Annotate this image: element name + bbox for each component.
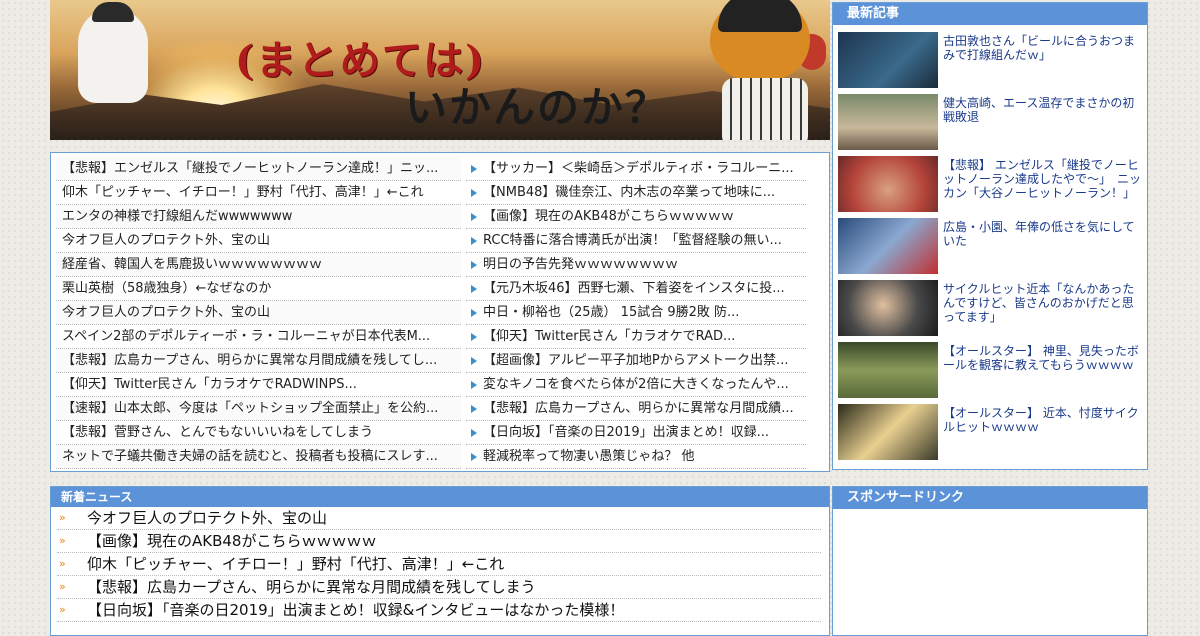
- link-column-right: 【サッカー】＜柴崎岳＞デポルティボ・ラコルーニ... 【NMB48】磯佳奈江、内…: [466, 157, 806, 469]
- triangle-bullet-icon: [471, 381, 477, 389]
- article-title[interactable]: 古田敦也さん「ビールに合うおつまみで打線組んだｗ」: [943, 34, 1141, 62]
- article-item[interactable]: 広島・小園、年俸の低さを気にしていた: [838, 218, 1138, 276]
- article-title[interactable]: 【悲報】 エンゼルス「継投でノーヒットノーラン達成したやで～」 ニッカン「大谷ノ…: [943, 158, 1141, 200]
- triangle-bullet-icon: [471, 429, 477, 437]
- article-item[interactable]: 【オールスター】 神里、見失ったボールを観客に教えてもらうｗｗｗｗ: [838, 342, 1141, 400]
- article-thumbnail[interactable]: [838, 404, 938, 460]
- headline-link[interactable]: ネットで子蟻共働き夫婦の話を読むと、投稿者も投稿にスレす...: [56, 445, 461, 469]
- news-item[interactable]: » 今オフ巨人のプロテクト外、宝の山: [57, 507, 821, 530]
- headline-link[interactable]: 【日向坂】「音楽の日2019」出演まとめ！収録...: [466, 421, 806, 445]
- triangle-bullet-icon: [471, 261, 477, 269]
- article-item[interactable]: 【オールスター】 近本、忖度サイクルヒットｗｗｗｗ: [838, 404, 1141, 462]
- new-news-panel: 新着ニュース » 今オフ巨人のプロテクト外、宝の山 » 【画像】現在のAKB48がこ…: [50, 486, 830, 636]
- headline-link[interactable]: 【サッカー】＜柴崎岳＞デポルティボ・ラコルーニ...: [466, 157, 806, 181]
- article-thumbnail[interactable]: [838, 218, 938, 274]
- headline-link[interactable]: 【悲報】エンゼルス「継投でノーヒットノーラン達成！」ニッ...: [56, 157, 461, 181]
- sponsor-panel: スポンサードリンク: [832, 486, 1148, 636]
- news-item[interactable]: » 【日向坂】「音楽の日2019」出演まとめ！収録&インタビューはなかった模様！: [57, 599, 821, 622]
- banner-title-line2: いかんのか？: [405, 83, 670, 132]
- headline-link[interactable]: 【速報】山本太郎、今度は「ペットショップ全面禁止」を公約...: [56, 397, 461, 421]
- headline-link[interactable]: 中日・柳裕也（25歳） 15試合 9勝2敗 防...: [466, 301, 806, 325]
- triangle-bullet-icon: [471, 309, 477, 317]
- headline-link[interactable]: 【元乃木坂46】西野七瀬、下着姿をインスタに投...: [466, 277, 806, 301]
- headline-link[interactable]: 【悲報】広島カープさん、明らかに異常な月間成績...: [466, 397, 806, 421]
- headline-link[interactable]: 軽減税率って物凄い愚策じゃね？ 他: [466, 445, 806, 469]
- news-item[interactable]: » 仰木「ピッチャー、イチロー！」野村「代打、高津！」←これ: [57, 553, 821, 576]
- article-item[interactable]: 【悲報】 エンゼルス「継投でノーヒットノーラン達成したやで～」 ニッカン「大谷ノ…: [838, 156, 1141, 214]
- headline-link[interactable]: 変なキノコを食べたら体が2倍に大きくなったんや...: [466, 373, 806, 397]
- headline-link[interactable]: 仰木「ピッチャー、イチロー！」野村「代打、高津！」←これ: [56, 181, 461, 205]
- site-banner[interactable]: (まとめては) いかんのか？: [50, 0, 830, 140]
- triangle-bullet-icon: [471, 405, 477, 413]
- triangle-bullet-icon: [471, 237, 477, 245]
- headline-link[interactable]: 今オフ巨人のプロテクト外、宝の山: [56, 301, 461, 325]
- headline-link[interactable]: 【仰天】Twitter民さん「カラオケでRADWINPS...: [56, 373, 461, 397]
- headline-link-list: 【悲報】エンゼルス「継投でノーヒットノーラン達成！」ニッ... 仰木「ピッチャー…: [50, 152, 830, 472]
- triangle-bullet-icon: [471, 357, 477, 365]
- article-thumbnail[interactable]: [838, 280, 938, 336]
- article-title[interactable]: 【オールスター】 神里、見失ったボールを観客に教えてもらうｗｗｗｗ: [943, 344, 1141, 372]
- article-title[interactable]: 健大高崎、エース温存でまさかの初戦敗退: [943, 96, 1141, 124]
- headline-link[interactable]: 【NMB48】磯佳奈江、内木志の卒業って地味に...: [466, 181, 806, 205]
- headline-link[interactable]: 【超画像】アルピー平子加地Pからアメトーク出禁...: [466, 349, 806, 373]
- headline-link[interactable]: スペイン2部のデポルティーボ・ラ・コルーニャが日本代表M...: [56, 325, 461, 349]
- headline-link[interactable]: 【画像】現在のAKB48がこちらｗｗｗｗｗ: [466, 205, 806, 229]
- article-title[interactable]: 広島・小園、年俸の低さを気にしていた: [943, 220, 1141, 248]
- double-chevron-icon: »: [59, 511, 66, 524]
- link-column-left: 【悲報】エンゼルス「継投でノーヒットノーラン達成！」ニッ... 仰木「ピッチャー…: [56, 157, 461, 469]
- triangle-bullet-icon: [471, 453, 477, 461]
- headline-link[interactable]: RCC特番に落合博満氏が出演！「監督経験の無い...: [466, 229, 806, 253]
- news-item[interactable]: » 【画像】現在のAKB48がこちらｗｗｗｗｗ: [57, 530, 821, 553]
- sponsor-heading: スポンサードリンク: [833, 487, 1147, 509]
- headline-link[interactable]: 明日の予告先発ｗｗｗｗｗｗｗｗ: [466, 253, 806, 277]
- triangle-bullet-icon: [471, 213, 477, 221]
- article-thumbnail[interactable]: [838, 94, 938, 150]
- latest-articles-heading: 最新記事: [833, 3, 1147, 25]
- double-chevron-icon: »: [59, 557, 66, 570]
- headline-link[interactable]: 【悲報】菅野さん、とんでもないいいねをしてしまう: [56, 421, 461, 445]
- headline-link[interactable]: 栗山英樹（58歳独身）←なぜなのか: [56, 277, 461, 301]
- article-item[interactable]: 古田敦也さん「ビールに合うおつまみで打線組んだｗ」: [838, 32, 1138, 90]
- dog-mascot-image: [78, 2, 148, 103]
- article-item[interactable]: 健大高崎、エース温存でまさかの初戦敗退: [838, 94, 1138, 152]
- new-news-heading: 新着ニュース: [51, 487, 829, 507]
- latest-articles-panel: 最新記事 古田敦也さん「ビールに合うおつまみで打線組んだｗ」 健大高崎、エース温…: [832, 2, 1148, 470]
- headline-link[interactable]: 【悲報】広島カープさん、明らかに異常な月間成績を残してし...: [56, 349, 461, 373]
- headline-link[interactable]: 今オフ巨人のプロテクト外、宝の山: [56, 229, 461, 253]
- article-title[interactable]: 【オールスター】 近本、忖度サイクルヒットｗｗｗｗ: [943, 406, 1141, 434]
- news-item[interactable]: » 【悲報】広島カープさん、明らかに異常な月間成績を残してしまう: [57, 576, 821, 599]
- double-chevron-icon: »: [59, 580, 66, 593]
- article-thumbnail[interactable]: [838, 32, 938, 88]
- double-chevron-icon: »: [59, 534, 66, 547]
- triangle-bullet-icon: [471, 285, 477, 293]
- headline-link[interactable]: エンタの神様で打線組んだwwwwwww: [56, 205, 461, 229]
- triangle-bullet-icon: [471, 165, 477, 173]
- headline-link[interactable]: 経産省、韓国人を馬鹿扱いｗｗｗｗｗｗｗｗ: [56, 253, 461, 277]
- triangle-bullet-icon: [471, 189, 477, 197]
- article-thumbnail[interactable]: [838, 156, 938, 212]
- article-item[interactable]: サイクルヒット近本「なんかあったんですけど、皆さんのおかげだと思ってます」: [838, 280, 1138, 338]
- article-thumbnail[interactable]: [838, 342, 938, 398]
- double-chevron-icon: »: [59, 603, 66, 616]
- tiger-mascot-image: [700, 0, 826, 140]
- triangle-bullet-icon: [471, 333, 477, 341]
- article-title[interactable]: サイクルヒット近本「なんかあったんですけど、皆さんのおかげだと思ってます」: [943, 282, 1141, 324]
- headline-link[interactable]: 【仰天】Twitter民さん「カラオケでRAD...: [466, 325, 806, 349]
